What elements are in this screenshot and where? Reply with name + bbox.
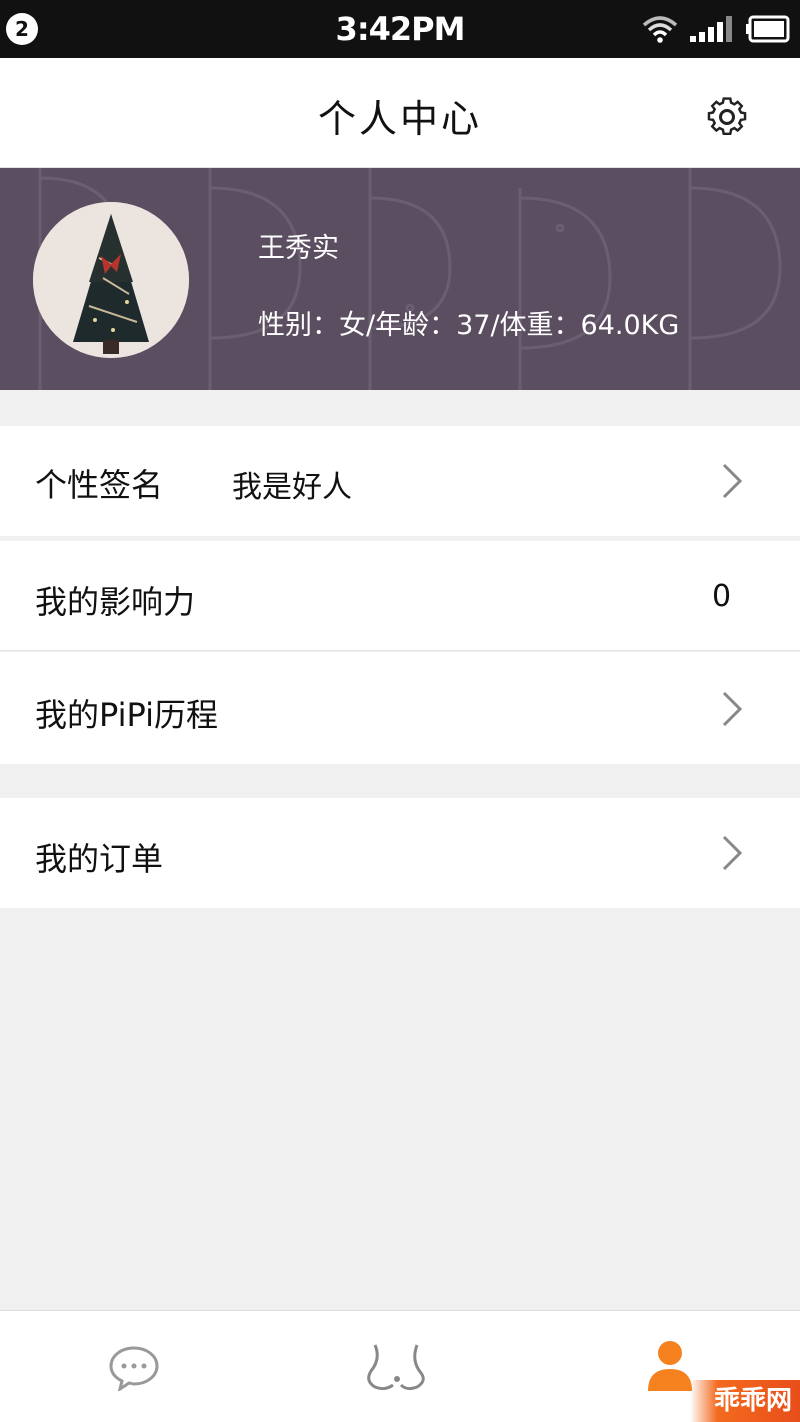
chevron-right-icon bbox=[722, 835, 743, 871]
signature-label: 个性签名 bbox=[35, 466, 164, 504]
chevron-right-icon bbox=[722, 691, 743, 727]
status-bar: 2 3:42PM bbox=[0, 0, 800, 58]
pipi-history-row[interactable]: 我的PiPi历程 bbox=[0, 652, 800, 764]
page-title: 个人中心 bbox=[317, 97, 482, 141]
settings-button[interactable] bbox=[700, 90, 754, 144]
orders-label: 我的订单 bbox=[35, 840, 164, 878]
avatar[interactable] bbox=[33, 202, 189, 358]
signature-row[interactable]: 个性签名 我是好人 bbox=[0, 426, 800, 536]
top-header: 个人中心 bbox=[0, 58, 800, 168]
chat-bubble-icon bbox=[109, 1346, 159, 1391]
user-name: 王秀实 bbox=[258, 233, 339, 264]
signal-icon bbox=[690, 16, 732, 42]
status-time: 3:42PM bbox=[335, 10, 466, 48]
christmas-tree-photo bbox=[33, 202, 189, 358]
influence-value: 0 bbox=[712, 579, 732, 614]
user-stats: 性别：女/年龄：37/体重：64.0KG bbox=[258, 310, 680, 341]
wifi-icon bbox=[642, 16, 678, 43]
battery-icon bbox=[746, 15, 790, 43]
profile-banner: 王秀实 性别：女/年龄：37/体重：64.0KG bbox=[0, 168, 800, 390]
tab-chat[interactable] bbox=[0, 1311, 267, 1422]
gear-icon bbox=[707, 97, 747, 136]
tab-discover[interactable] bbox=[267, 1311, 534, 1422]
bottom-tab-bar bbox=[0, 1310, 800, 1422]
influence-row: 我的影响力 0 bbox=[0, 541, 800, 651]
person-icon bbox=[648, 1341, 692, 1391]
discover-icon bbox=[367, 1344, 425, 1391]
watermark-logo: 乖乖网 bbox=[690, 1380, 800, 1422]
signature-value: 我是好人 bbox=[232, 470, 352, 505]
chevron-right-icon bbox=[722, 463, 743, 499]
influence-label: 我的影响力 bbox=[35, 583, 196, 621]
pipi-history-label: 我的PiPi历程 bbox=[35, 696, 218, 734]
orders-row[interactable]: 我的订单 bbox=[0, 798, 800, 908]
